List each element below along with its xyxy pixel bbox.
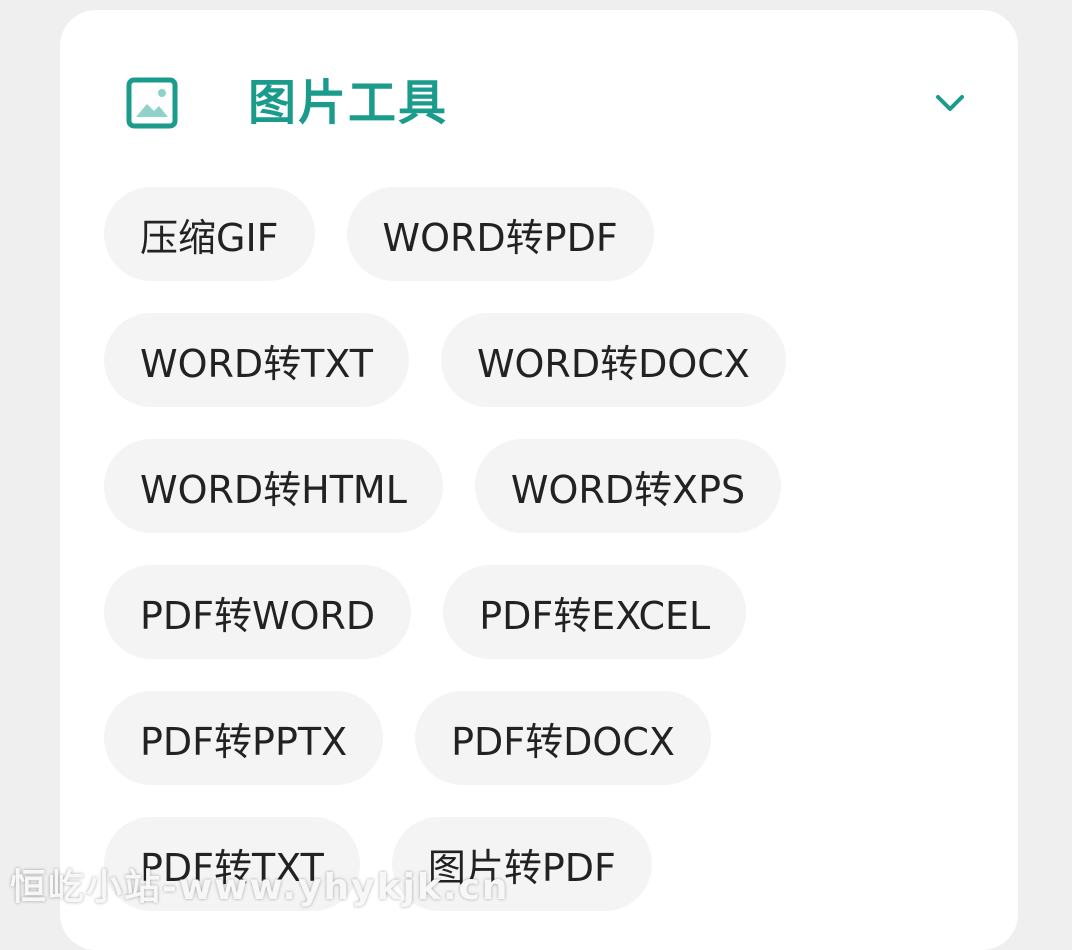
tool-chip-word-to-txt[interactable]: WORD转TXT (104, 313, 409, 407)
tool-chip-pdf-to-word[interactable]: PDF转WORD (104, 565, 412, 659)
tool-chip-word-to-xps[interactable]: WORD转XPS (474, 439, 782, 533)
tool-chip-list: 压缩GIF WORD转PDF WORD转TXT WORD转DOCX WORD转H… (104, 187, 864, 911)
chevron-down-icon[interactable] (926, 79, 974, 127)
tool-chip-pdf-to-excel[interactable]: PDF转EXCEL (443, 565, 747, 659)
tool-chip-pdf-to-docx[interactable]: PDF转DOCX (415, 691, 711, 785)
tools-card: 图片工具 压缩GIF WORD转PDF WORD转TXT WORD转DOCX W… (60, 10, 1018, 950)
section-title: 图片工具 (248, 75, 449, 131)
watermark: 恒屹小站-www.yhykjk.cn (10, 867, 510, 908)
tool-chip-word-to-pdf[interactable]: WORD转PDF (346, 187, 654, 281)
image-icon (126, 77, 178, 129)
section-header[interactable]: 图片工具 (104, 64, 974, 142)
tool-chip-word-to-html[interactable]: WORD转HTML (104, 439, 443, 533)
tool-chip-word-to-docx[interactable]: WORD转DOCX (440, 313, 786, 407)
tool-chip-compress-gif[interactable]: 压缩GIF (104, 187, 315, 281)
tool-chip-pdf-to-pptx[interactable]: PDF转PPTX (104, 691, 384, 785)
